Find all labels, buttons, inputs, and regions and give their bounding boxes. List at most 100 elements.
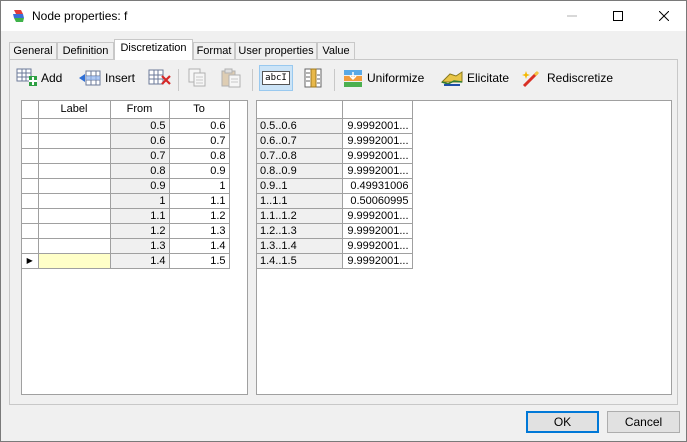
interval-row[interactable]: 0.5 0.6 [22, 118, 230, 134]
row-indicator[interactable] [22, 118, 39, 134]
row-indicator[interactable] [22, 133, 39, 149]
interval-row[interactable]: 0.7 0.8 [22, 148, 230, 164]
to-cell[interactable]: 1.3 [169, 223, 230, 239]
label-cell[interactable] [38, 148, 111, 164]
value-row[interactable]: 1.3..1.4 9.9992001... [257, 238, 413, 254]
to-cell[interactable]: 0.6 [169, 118, 230, 134]
value-cell[interactable]: 9.9992001... [342, 223, 413, 239]
maximize-button[interactable] [595, 1, 641, 31]
tab-general[interactable]: General [9, 42, 57, 60]
from-cell[interactable]: 1.1 [110, 208, 170, 224]
value-cell[interactable]: 9.9992001... [342, 208, 413, 224]
label-cell[interactable] [38, 163, 111, 179]
ok-button[interactable]: OK [526, 411, 599, 433]
value-cell[interactable]: 9.9992001... [342, 133, 413, 149]
to-cell[interactable]: 0.9 [169, 163, 230, 179]
to-cell[interactable]: 1 [169, 178, 230, 194]
label-cell[interactable] [38, 253, 111, 269]
interval-row[interactable]: 0.6 0.7 [22, 133, 230, 149]
row-indicator[interactable] [22, 193, 39, 209]
from-cell[interactable]: 0.7 [110, 148, 170, 164]
label-cell[interactable] [38, 118, 111, 134]
from-cell[interactable]: 0.5 [110, 118, 170, 134]
value-row[interactable]: 1.4..1.5 9.9992001... [257, 253, 413, 269]
column-header-from[interactable]: From [110, 101, 170, 119]
values-grid[interactable]: 0.5..0.6 9.9992001... 0.6..0.7 9.9992001...… [256, 100, 672, 395]
row-indicator[interactable] [22, 238, 39, 254]
value-row[interactable]: 0.7..0.8 9.9992001... [257, 148, 413, 164]
interval-row[interactable]: 1.2 1.3 [22, 223, 230, 239]
magic-wand-icon [522, 70, 540, 88]
to-cell[interactable]: 1.1 [169, 193, 230, 209]
cancel-button[interactable]: Cancel [607, 411, 680, 433]
copy-button[interactable] [186, 66, 208, 90]
maximize-icon [613, 11, 623, 21]
elicitate-button[interactable]: Elicitate [440, 66, 509, 90]
from-cell[interactable]: 1.4 [110, 253, 170, 269]
label-cell[interactable] [38, 238, 111, 254]
tab-discretization[interactable]: Discretization [114, 39, 193, 60]
column-header-to[interactable]: To [169, 101, 230, 119]
label-mode-toggle[interactable]: abcI [259, 65, 293, 91]
label-cell[interactable] [38, 208, 111, 224]
label-cell[interactable] [38, 223, 111, 239]
tab-definition[interactable]: Definition [57, 42, 114, 60]
row-indicator[interactable] [22, 163, 39, 179]
value-row[interactable]: 1.2..1.3 9.9992001... [257, 223, 413, 239]
label-cell[interactable] [38, 133, 111, 149]
row-indicator[interactable] [22, 208, 39, 224]
value-cell[interactable]: 0.49931006 [342, 178, 413, 194]
row-indicator[interactable] [22, 148, 39, 164]
from-cell[interactable]: 1.2 [110, 223, 170, 239]
value-cell[interactable]: 9.9992001... [342, 148, 413, 164]
intervals-grid[interactable]: Label From To 0.5 0.6 0.6 0.7 0.7 0.8 0.8 0.9 0.… [21, 100, 248, 395]
value-row[interactable]: 0.6..0.7 9.9992001... [257, 133, 413, 149]
paste-button[interactable] [220, 66, 242, 90]
interval-row[interactable]: 0.9 1 [22, 178, 230, 194]
from-cell[interactable]: 0.6 [110, 133, 170, 149]
label-cell[interactable] [38, 178, 111, 194]
label-cell[interactable] [38, 193, 111, 209]
delete-row-button[interactable] [148, 66, 172, 90]
tab-format[interactable]: Format [193, 42, 235, 60]
add-button[interactable]: Add [16, 66, 62, 90]
value-cell[interactable]: 0.50060995 [342, 193, 413, 209]
from-cell[interactable]: 0.8 [110, 163, 170, 179]
value-row[interactable]: 1..1.1 0.50060995 [257, 193, 413, 209]
to-cell[interactable]: 1.5 [169, 253, 230, 269]
row-indicator[interactable]: ▶ [22, 253, 39, 269]
from-cell[interactable]: 0.9 [110, 178, 170, 194]
value-cell[interactable]: 9.9992001... [342, 238, 413, 254]
to-cell[interactable]: 1.4 [169, 238, 230, 254]
column-header-label[interactable]: Label [38, 101, 111, 119]
ruler-button[interactable] [302, 66, 324, 90]
value-row[interactable]: 0.8..0.9 9.9992001... [257, 163, 413, 179]
tab-value[interactable]: Value [317, 42, 355, 60]
row-indicator[interactable] [22, 178, 39, 194]
values-body: 0.5..0.6 9.9992001... 0.6..0.7 9.9992001...… [257, 118, 413, 269]
interval-row[interactable]: ▶ 1.4 1.5 [22, 253, 230, 269]
uniformize-button[interactable]: Uniformize [342, 66, 424, 90]
insert-button[interactable]: Insert [78, 66, 135, 90]
value-row[interactable]: 1.1..1.2 9.9992001... [257, 208, 413, 224]
interval-row[interactable]: 1.3 1.4 [22, 238, 230, 254]
value-row[interactable]: 0.9..1 0.49931006 [257, 178, 413, 194]
from-cell[interactable]: 1 [110, 193, 170, 209]
interval-row[interactable]: 1.1 1.2 [22, 208, 230, 224]
interval-row[interactable]: 1 1.1 [22, 193, 230, 209]
rediscretize-button[interactable]: Rediscretize [520, 66, 613, 90]
from-cell[interactable]: 1.3 [110, 238, 170, 254]
value-cell[interactable]: 9.9992001... [342, 253, 413, 269]
to-cell[interactable]: 0.7 [169, 133, 230, 149]
to-cell[interactable]: 1.2 [169, 208, 230, 224]
minimize-button[interactable] [549, 1, 595, 31]
value-cell[interactable]: 9.9992001... [342, 163, 413, 179]
app-icon [11, 8, 27, 24]
interval-row[interactable]: 0.8 0.9 [22, 163, 230, 179]
row-indicator[interactable] [22, 223, 39, 239]
value-row[interactable]: 0.5..0.6 9.9992001... [257, 118, 413, 134]
tab-user-properties[interactable]: User properties [235, 42, 317, 60]
value-cell[interactable]: 9.9992001... [342, 118, 413, 134]
close-button[interactable] [641, 1, 687, 31]
to-cell[interactable]: 0.8 [169, 148, 230, 164]
